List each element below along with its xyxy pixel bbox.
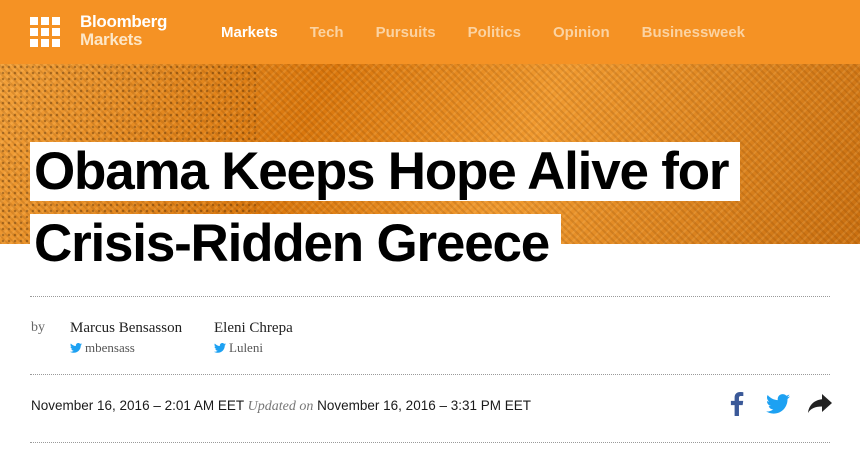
nav-link-politics[interactable]: Politics (468, 23, 521, 43)
article-headline: Obama Keeps Hope Alive for Crisis-Ridden… (30, 136, 820, 280)
author-handle: Luleni (229, 340, 263, 355)
nav-links: Markets Tech Pursuits Politics Opinion B… (221, 23, 745, 43)
twitter-icon (70, 343, 82, 353)
updated-label: Updated on (247, 399, 314, 414)
author-twitter-link[interactable]: mbensass (70, 340, 182, 356)
divider (30, 296, 830, 297)
nav-link-opinion[interactable]: Opinion (553, 23, 610, 43)
nav-link-businessweek[interactable]: Businessweek (642, 23, 745, 43)
updated-time: November 16, 2016 – 3:31 PM EET (317, 398, 532, 413)
share-arrow-icon[interactable] (808, 392, 832, 416)
facebook-icon[interactable] (730, 392, 744, 416)
author-handle: mbensass (85, 340, 135, 355)
brand-name: Bloomberg (80, 12, 168, 31)
nav-link-tech[interactable]: Tech (310, 23, 344, 43)
dateline: November 16, 2016 – 2:01 AM EET Updated … (31, 398, 531, 415)
author-name[interactable]: Marcus Bensasson (70, 319, 182, 337)
author-twitter-link[interactable]: Luleni (214, 340, 293, 356)
published-time: November 16, 2016 – 2:01 AM EET (31, 398, 244, 413)
nav-link-markets[interactable]: Markets (221, 23, 278, 43)
byline-label: by (31, 320, 45, 335)
author-name[interactable]: Eleni Chrepa (214, 319, 293, 337)
top-nav: Bloomberg Markets Markets Tech Pursuits … (0, 0, 860, 64)
brand-section: Markets (80, 30, 143, 49)
headline-line-1: Obama Keeps Hope Alive for (30, 142, 741, 201)
divider (30, 442, 830, 443)
author-1: Marcus Bensasson mbensass (70, 319, 182, 356)
nav-link-pursuits[interactable]: Pursuits (376, 23, 436, 43)
twitter-icon (214, 343, 226, 353)
author-2: Eleni Chrepa Luleni (214, 319, 293, 356)
twitter-icon[interactable] (766, 392, 790, 416)
divider (30, 374, 830, 375)
brand-logo[interactable]: Bloomberg Markets (80, 13, 167, 49)
headline-line-2: Crisis-Ridden Greece (30, 214, 562, 273)
grid-menu-icon[interactable] (30, 17, 60, 47)
